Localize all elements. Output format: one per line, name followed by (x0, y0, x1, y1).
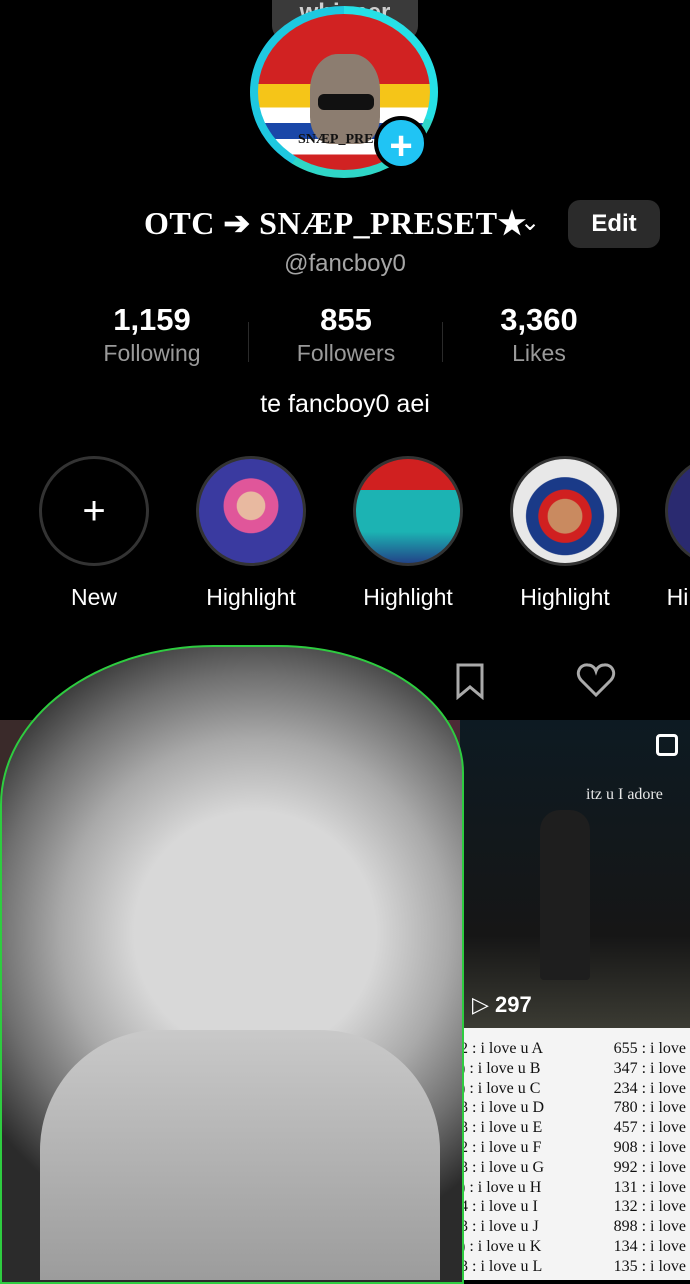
love-list-text: 3 : i love u J (460, 1218, 539, 1236)
highlight-item[interactable]: Highlight (351, 456, 465, 611)
love-list-text: 898 : i love (613, 1218, 686, 1236)
display-name[interactable]: OTC ➔ SNÆP_PRESET★ (144, 204, 527, 242)
post-thumbnail[interactable]: 2 : i love u A 655 : i love ) : i love u B… (460, 1028, 690, 1280)
love-list-text: ) : i love u C (460, 1079, 541, 1097)
love-list-text: 135 : i love (613, 1257, 686, 1275)
post-caption: itz u I adore (586, 786, 663, 803)
name-row: OTC ➔ SNÆP_PRESET★ ⌄ Edit (0, 200, 690, 250)
love-list-row: 2 : i love u F 908 : i love (460, 1139, 690, 1159)
divider (442, 322, 443, 362)
love-list-text: 131 : i love (613, 1178, 686, 1196)
post-thumbnail[interactable]: itz u I adore ▷ 297 (460, 720, 690, 1028)
view-count: ▷ 297 (472, 992, 532, 1018)
highlight-label: New (70, 584, 117, 610)
love-list-row: 3 : i love u D 780 : i love (460, 1099, 690, 1119)
chevron-down-icon[interactable]: ⌄ (520, 208, 540, 237)
highlight-thumbnail (665, 456, 690, 566)
love-list-text: 2 : i love u A (460, 1040, 544, 1057)
avatar-sunglasses (318, 94, 374, 110)
stat-value: 855 (320, 302, 372, 337)
username-handle: @fancboy0 (284, 250, 406, 277)
stat-value: 1,159 (113, 302, 191, 337)
love-list-row: 3 : i love u E 457 : i love (460, 1119, 690, 1139)
love-list-text: 234 : i love (613, 1079, 686, 1097)
plus-icon: + (39, 456, 149, 566)
love-list-text: 132 : i love (613, 1198, 686, 1216)
stat-likes[interactable]: 3,360 Likes (459, 302, 619, 367)
love-list-text: 134 : i love (613, 1237, 686, 1255)
love-list-row: ) : i love u C 234 : i love (460, 1080, 690, 1100)
add-story-plus-icon[interactable]: + (374, 116, 428, 170)
love-list-text: 3 : i love u L (460, 1257, 543, 1275)
heart-icon[interactable] (576, 662, 616, 703)
love-list: 2 : i love u A 655 : i love ) : i love u B… (460, 1040, 690, 1278)
post-person (540, 810, 590, 980)
love-list-row: ) : i love u K 134 : i love (460, 1238, 690, 1258)
bookmark-icon[interactable] (454, 662, 486, 705)
love-list-text: 2 : i love u F (460, 1138, 542, 1156)
highlight-label: Hi (666, 584, 689, 610)
stat-followers[interactable]: 855 Followers (266, 302, 426, 367)
highlight-item[interactable]: Highlight (508, 456, 622, 611)
love-list-text: 4 : i love u I (460, 1198, 538, 1216)
highlight-item[interactable]: Hi (665, 456, 690, 611)
love-list-text: 3 : i love u G (460, 1158, 544, 1176)
love-list-text: 457 : i love (613, 1119, 686, 1137)
love-list-row: 2 : i love u A 655 : i love (460, 1040, 690, 1060)
love-list-row: 4 : i love u I 132 : i love (460, 1198, 690, 1218)
highlight-thumbnail (196, 456, 306, 566)
love-list-row: 3 : i love u G 992 : i love (460, 1159, 690, 1179)
love-list-text: 347 : i love (613, 1059, 686, 1077)
highlight-label: Highlight (206, 584, 296, 610)
baby-shirt (40, 1030, 440, 1280)
stat-label: Likes (512, 340, 566, 366)
highlight-label: Highlight (520, 584, 610, 610)
love-list-text: ) : i love u K (460, 1237, 542, 1255)
highlight-thumbnail (510, 456, 620, 566)
love-list-row: 3 : i love u J 898 : i love (460, 1218, 690, 1238)
love-list-text: 3 : i love u E (460, 1119, 543, 1137)
love-list-text: ) : i love u H (460, 1178, 542, 1196)
multi-photo-icon (656, 734, 678, 756)
highlight-label: Highlight (363, 584, 453, 610)
love-list-row: 3 : i love u L 135 : i love (460, 1258, 690, 1278)
stat-following[interactable]: 1,159 Following (72, 302, 232, 367)
divider (248, 322, 249, 362)
love-list-text: ) : i love u B (460, 1059, 541, 1077)
highlight-thumbnail (353, 456, 463, 566)
stat-label: Followers (296, 340, 396, 366)
love-list-text: 655 : i love (613, 1040, 686, 1057)
highlight-new[interactable]: + New (37, 456, 151, 611)
edit-profile-button[interactable]: Edit (568, 200, 660, 248)
stat-label: Following (103, 340, 201, 366)
love-list-row: ) : i love u B 347 : i love (460, 1060, 690, 1080)
love-list-text: 908 : i love (613, 1138, 686, 1156)
view-count-value: 297 (495, 992, 532, 1017)
love-list-text: 992 : i love (613, 1158, 686, 1176)
stat-value: 3,360 (500, 302, 578, 337)
love-list-text: 3 : i love u D (460, 1099, 544, 1117)
avatar-text: SNÆP_PRE (298, 132, 374, 147)
highlight-item[interactable]: Highlight (194, 456, 308, 611)
play-icon: ▷ (472, 992, 489, 1017)
love-list-row: ) : i love u H 131 : i love (460, 1179, 690, 1199)
bio-text: te fancboy0 aei (260, 390, 430, 418)
love-list-text: 780 : i love (613, 1099, 686, 1117)
